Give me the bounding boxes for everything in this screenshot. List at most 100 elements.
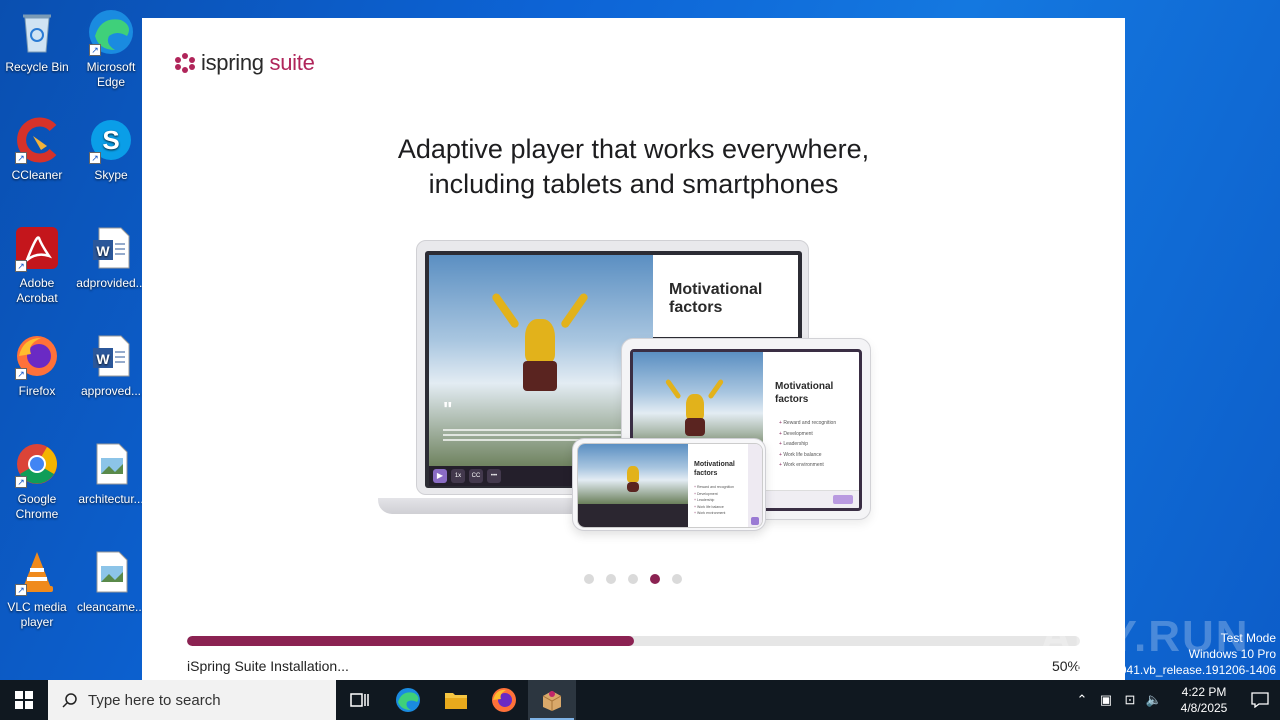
taskbar: Type here to search ⌃ ▣ ⊡ 🔈 4:22 PM 4/8/… — [0, 680, 1280, 720]
tablet-slide-title: Motivational factors — [775, 381, 834, 405]
speed-button: 1x — [451, 469, 465, 483]
desktop-icon-label: VLC media player — [7, 600, 67, 629]
desktop-icon-label: cleancame... — [76, 600, 146, 614]
taskbar-task-view[interactable] — [336, 680, 384, 720]
install-progress-bar — [187, 636, 1080, 646]
progress-fill — [187, 636, 634, 646]
desktop-icon-google-chrome[interactable]: ↗ Google Chrome — [1, 440, 73, 522]
list-item: Reward and recognition — [694, 484, 734, 491]
desktop-icon-label: Google Chrome — [15, 492, 59, 521]
search-placeholder: Type here to search — [88, 691, 221, 709]
carousel-dot[interactable] — [584, 574, 594, 584]
desktop-icon-label: Firefox — [18, 384, 56, 398]
taskbar-search-box[interactable]: Type here to search — [48, 680, 336, 720]
list-item: Work environment — [694, 510, 734, 517]
desktop-icon-vlc[interactable]: ↗ VLC media player — [1, 548, 73, 630]
ispring-installer-icon — [542, 691, 562, 711]
start-button[interactable] — [0, 680, 48, 720]
desktop-icon-skype[interactable]: S ↗ Skype — [75, 116, 147, 183]
desktop-icon-image-file-1[interactable]: architectur... — [75, 440, 147, 507]
ispring-logo-icon — [175, 53, 195, 73]
svg-text:S: S — [102, 125, 119, 155]
phone-sidebar — [748, 444, 762, 527]
desktop-icon-label: Adobe Acrobat — [16, 276, 58, 305]
jumping-person — [664, 374, 725, 444]
installer-window: ispring suite Adaptive player that works… — [142, 18, 1125, 680]
test-mode-text: Test Mode — [1220, 631, 1276, 645]
clock-time: 4:22 PM — [1181, 685, 1227, 699]
tablet-bullet-list: Reward and recognition Development Leade… — [779, 418, 836, 471]
logo-text: ispring suite — [201, 50, 315, 75]
windows-version-info: Test Mode Windows 10 Pro Build 19041.vb_… — [1077, 630, 1277, 678]
phone-caption — [578, 504, 688, 527]
quote-mark: " — [443, 399, 453, 421]
notification-icon — [1251, 692, 1269, 708]
desktop-icon-recycle-bin[interactable]: Recycle Bin — [1, 8, 73, 75]
taskbar-clock[interactable]: 4:22 PM 4/8/2025 — [1176, 684, 1232, 716]
slide-title: Motivational factors — [669, 281, 763, 316]
desktop-icon-label: architectur... — [78, 492, 144, 506]
firefox-icon — [492, 688, 516, 712]
svg-text:W: W — [96, 351, 110, 367]
phone-mockup: Motivational factors Reward and recognit… — [572, 438, 766, 531]
chevron-up-icon[interactable]: ⌃ — [1070, 692, 1094, 708]
image-file-icon — [87, 548, 135, 596]
desktop-icon-label: adprovided... — [76, 276, 146, 290]
headline-line-1: Adaptive player that works everywhere, — [397, 134, 870, 164]
list-item: Work life balance — [779, 450, 836, 461]
desktop-icon-adobe-acrobat[interactable]: ↗ Adobe Acrobat — [1, 224, 73, 306]
network-icon[interactable]: ⊡ — [1118, 692, 1142, 708]
word-doc-icon: W — [87, 224, 135, 272]
install-status-text: iSpring Suite Installation... — [187, 658, 349, 674]
phone-screen: Motivational factors Reward and recognit… — [577, 443, 763, 528]
headline-line-2: including tablets and smartphones — [428, 169, 839, 199]
acrobat-icon: ↗ — [13, 224, 61, 272]
firefox-icon: ↗ — [13, 332, 61, 380]
taskbar-file-explorer[interactable] — [432, 680, 480, 720]
recycle-bin-icon — [13, 8, 61, 56]
list-item: Development — [779, 429, 836, 440]
edge-icon — [396, 688, 420, 712]
volume-icon[interactable]: 🔈 — [1142, 692, 1166, 708]
search-icon — [62, 693, 77, 708]
desktop-icon-label: Microsoft Edge — [86, 60, 136, 89]
desktop-icon-image-file-2[interactable]: cleancame... — [75, 548, 147, 615]
desktop-icon-label: Recycle Bin — [5, 60, 69, 74]
carousel-dot[interactable] — [628, 574, 638, 584]
carousel-dot[interactable] — [672, 574, 682, 584]
carousel-dots — [584, 574, 682, 584]
carousel-dot[interactable] — [650, 574, 660, 584]
desktop-icon-firefox[interactable]: ↗ Firefox — [1, 332, 73, 399]
phone-bullet-list: Reward and recognition Development Leade… — [694, 484, 734, 517]
ispring-logo: ispring suite — [175, 50, 315, 76]
list-item: Work environment — [779, 460, 836, 471]
taskbar-firefox[interactable] — [480, 680, 528, 720]
word-doc-icon: W — [87, 332, 135, 380]
edge-icon: ↗ — [87, 8, 135, 56]
captions-button: CC — [469, 469, 483, 483]
desktop-icon-word-doc-2[interactable]: W approved... — [75, 332, 147, 399]
desktop-icon-label: approved... — [80, 384, 142, 398]
windows-edition-text: Windows 10 Pro — [1188, 647, 1276, 661]
jumping-person — [622, 456, 644, 496]
device-icon[interactable]: ▣ — [1094, 692, 1118, 708]
desktop-icon-microsoft-edge[interactable]: ↗ Microsoft Edge — [75, 8, 147, 90]
image-file-icon — [87, 440, 135, 488]
windows-logo-icon — [15, 691, 33, 709]
headline: Adaptive player that works everywhere, i… — [142, 132, 1125, 202]
chrome-icon: ↗ — [13, 440, 61, 488]
taskbar-ispring-installer[interactable] — [528, 680, 576, 720]
list-item: Leadership — [779, 439, 836, 450]
system-tray: ⌃ ▣ ⊡ 🔈 4:22 PM 4/8/2025 — [1070, 680, 1280, 720]
list-item: Reward and recognition — [779, 418, 836, 429]
carousel-dot[interactable] — [606, 574, 616, 584]
notification-button[interactable] — [1240, 680, 1280, 720]
desktop-icon-ccleaner[interactable]: ↗ CCleaner — [1, 116, 73, 183]
next-button — [833, 495, 853, 504]
slide-title-panel: Motivational factors — [653, 255, 798, 337]
taskbar-edge[interactable] — [384, 680, 432, 720]
desktop-icon-word-doc-1[interactable]: W adprovided... — [75, 224, 147, 291]
desktop-icon-label: CCleaner — [11, 168, 63, 182]
desktop-icon-label: Skype — [94, 168, 128, 182]
skype-icon: S ↗ — [87, 116, 135, 164]
